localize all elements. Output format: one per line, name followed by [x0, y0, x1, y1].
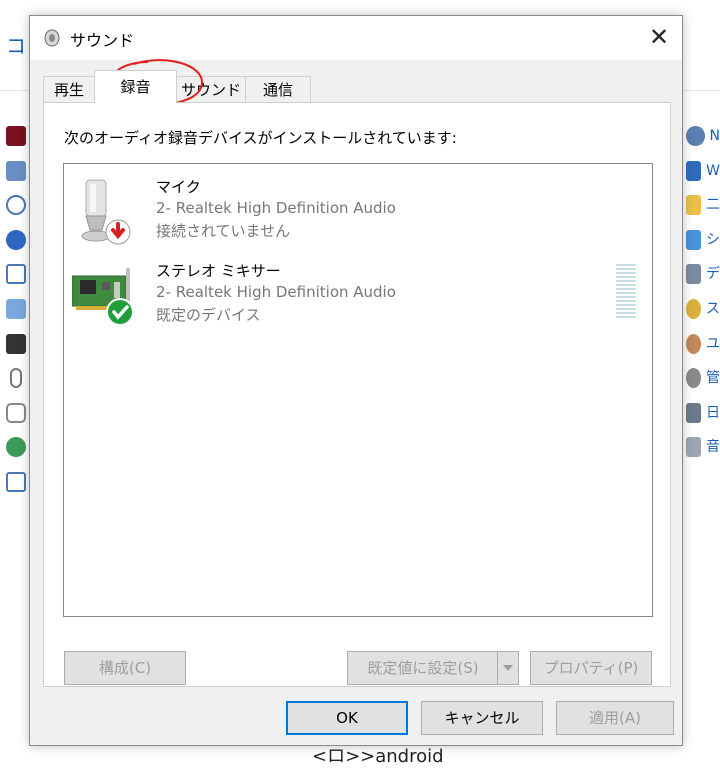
recording-tab-panel: 次のオーディオ録音デバイスがインストールされています: マイク 2- Realt…: [43, 102, 671, 687]
admin-tools-icon: [686, 368, 701, 389]
background-right-icon-column: N W 二 シ デ ス ユ 管 日 音: [686, 126, 720, 472]
clock-folder-icon: [686, 298, 701, 319]
calendar-add-icon: [686, 402, 701, 423]
audio-level-meter: [616, 264, 636, 318]
background-right-item[interactable]: 二: [686, 195, 720, 230]
background-right-item[interactable]: N: [686, 126, 720, 161]
internet-globe-icon[interactable]: [6, 437, 26, 458]
close-button[interactable]: ✕: [636, 16, 682, 60]
camera-icon[interactable]: [6, 333, 26, 354]
background-right-item[interactable]: W: [686, 160, 720, 196]
recording-device-list[interactable]: マイク 2- Realtek High Definition Audio 接続さ…: [63, 163, 653, 617]
device-name: マイク: [156, 178, 201, 196]
dialog-title: サウンド: [70, 31, 135, 50]
tab-recording[interactable]: 録音: [94, 70, 177, 103]
background-right-item[interactable]: 日: [686, 402, 720, 438]
sound-dialog: サウンド ✕ 再生 録音 サウンド 通信 次のオーディオ録音デバイスがインストー…: [29, 15, 683, 746]
background-right-item[interactable]: ユ: [686, 333, 720, 369]
background-right-item[interactable]: 管: [686, 368, 720, 403]
instruction-text: 次のオーディオ録音デバイスがインストールされています:: [64, 129, 457, 147]
device-item-stereo-mixer[interactable]: ステレオ ミキサー 2- Realtek High Definition Aud…: [64, 256, 652, 336]
devices-icon: [686, 264, 701, 285]
sound-card-icon: [72, 268, 134, 326]
background-right-item[interactable]: 音: [686, 437, 720, 472]
device-name: ステレオ ミキサー: [156, 262, 281, 280]
windows-update-icon: [686, 160, 702, 181]
microphone-small-icon[interactable]: [10, 368, 22, 389]
users-icon: [686, 333, 701, 354]
chevron-down-icon[interactable]: [497, 652, 518, 684]
background-right-item[interactable]: ス: [686, 298, 720, 334]
background-left-icon-column: [6, 126, 30, 507]
cancel-button[interactable]: キャンセル: [421, 701, 543, 735]
gear-network-icon: [686, 126, 705, 146]
device-item-microphone[interactable]: マイク 2- Realtek High Definition Audio 接続さ…: [64, 172, 652, 252]
device-status: 既定のデバイス: [156, 306, 261, 324]
flash-player-icon[interactable]: [6, 126, 26, 146]
configure-button[interactable]: 構成(C): [64, 651, 186, 685]
set-default-button[interactable]: 既定値に設定(S): [347, 651, 519, 685]
network-tree-icon[interactable]: [6, 298, 26, 319]
tab-communications[interactable]: 通信: [245, 76, 311, 102]
device-description: 2- Realtek High Definition Audio: [156, 199, 396, 217]
speaker-icon: [44, 29, 60, 47]
microphone-icon: [81, 179, 131, 245]
monitor-icon: [686, 229, 701, 250]
background-right-item[interactable]: デ: [686, 264, 720, 299]
set-default-label: 既定値に設定(S): [367, 659, 479, 677]
globe-icon[interactable]: [6, 229, 26, 250]
user-search-icon[interactable]: [6, 195, 26, 216]
database-icon[interactable]: [6, 402, 26, 423]
checklist-icon[interactable]: [6, 264, 26, 285]
tab-sounds[interactable]: サウンド: [176, 76, 246, 102]
calendar-clock-icon[interactable]: [6, 471, 26, 492]
dialog-titlebar[interactable]: サウンド ✕: [30, 16, 682, 60]
network-icon[interactable]: [6, 160, 26, 181]
apply-button[interactable]: 適用(A): [556, 701, 674, 735]
default-check-icon: [106, 298, 134, 326]
folder-icon: [686, 195, 701, 216]
device-description: 2- Realtek High Definition Audio: [156, 283, 396, 301]
keyboard-icon: [686, 437, 701, 458]
ok-button[interactable]: OK: [286, 701, 408, 735]
properties-button[interactable]: プロパティ(P): [530, 651, 652, 685]
device-status: 接続されていません: [156, 222, 291, 240]
background-right-item[interactable]: シ: [686, 229, 720, 265]
tab-playback[interactable]: 再生: [43, 76, 95, 102]
